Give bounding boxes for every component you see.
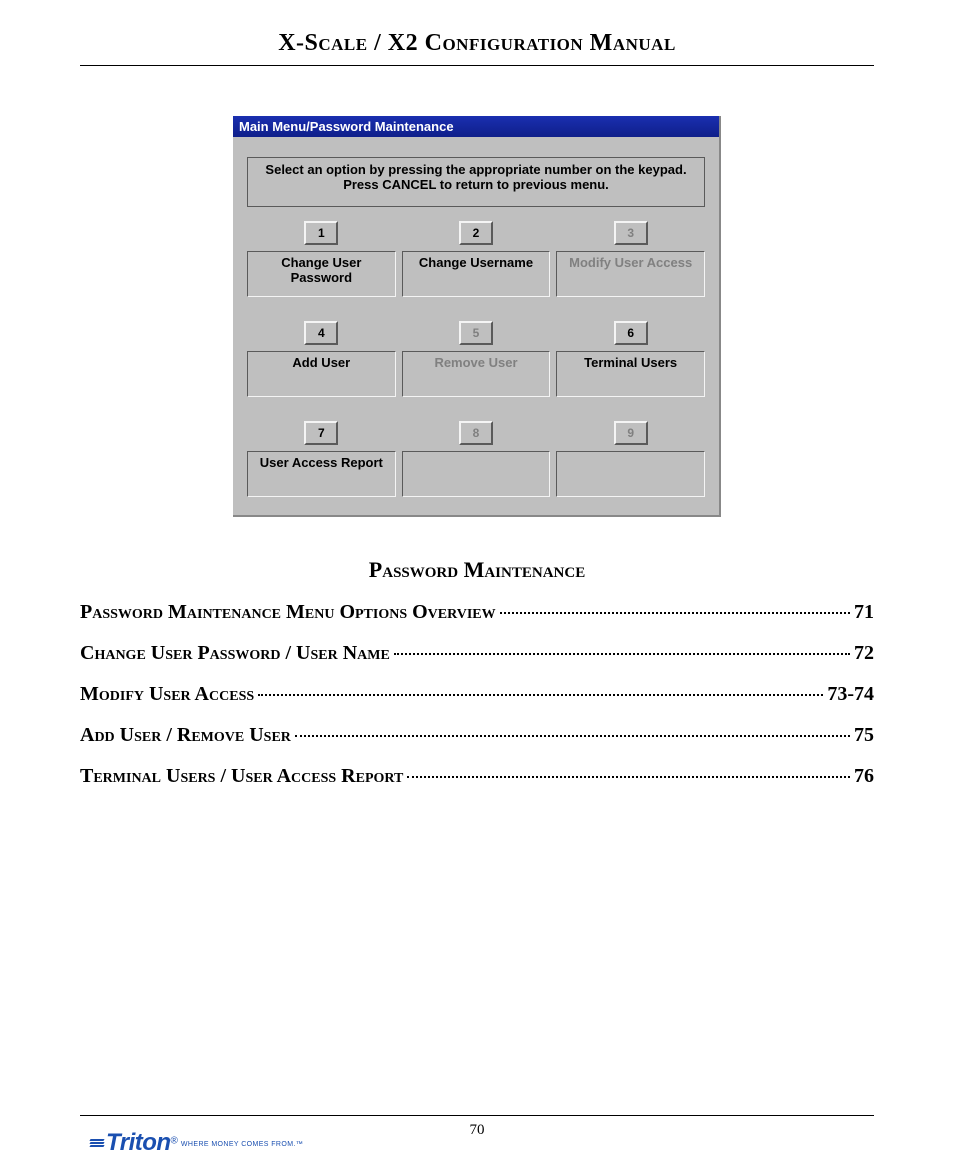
instruction-line-1: Select an option by pressing the appropr… (254, 162, 698, 177)
section-heading: Password Maintenance (80, 557, 874, 583)
toc-row: Change User Password / User Name 72 (80, 642, 874, 665)
toc-leader (258, 694, 823, 696)
option-3: 3 Modify User Access (556, 221, 705, 297)
toc-page: 75 (854, 724, 874, 747)
page-footer: 70 Triton®WHERE MONEY COMES FROM.™ (80, 1115, 874, 1139)
option-1: 1 Change User Password (247, 221, 396, 297)
toc-row: Add User / Remove User 75 (80, 724, 874, 747)
toc-row: Modify User Access 73-74 (80, 683, 874, 706)
option-label-4[interactable]: Add User (247, 351, 396, 397)
option-6: 6 Terminal Users (556, 321, 705, 397)
option-7: 7 User Access Report (247, 421, 396, 497)
brand-registered: ® (171, 1136, 178, 1147)
page-header-title: X-Scale / X2 Configuration Manual (80, 30, 874, 65)
option-4: 4 Add User (247, 321, 396, 397)
option-label-1[interactable]: Change User Password (247, 251, 396, 297)
toc-leader (500, 612, 850, 614)
option-label-7[interactable]: User Access Report (247, 451, 396, 497)
option-key-2[interactable]: 2 (459, 221, 493, 245)
option-key-1[interactable]: 1 (304, 221, 338, 245)
toc-label: Modify User Access (80, 683, 254, 706)
brand-stripes-icon (90, 1139, 104, 1148)
toc-row: Terminal Users / User Access Report 76 (80, 765, 874, 788)
option-key-4[interactable]: 4 (304, 321, 338, 345)
option-key-9: 9 (614, 421, 648, 445)
toc-leader (295, 735, 850, 737)
window-titlebar: Main Menu/Password Maintenance (233, 116, 719, 137)
toc-page: 76 (854, 765, 874, 788)
toc-page: 71 (854, 601, 874, 624)
option-key-8: 8 (459, 421, 493, 445)
brand-tagline: WHERE MONEY COMES FROM.™ (181, 1141, 303, 1148)
instruction-line-2: Press CANCEL to return to previous menu. (254, 177, 698, 192)
option-key-3: 3 (614, 221, 648, 245)
toc-page: 72 (854, 642, 874, 665)
toc-page: 73-74 (827, 683, 874, 706)
instruction-box: Select an option by pressing the appropr… (247, 157, 705, 207)
option-key-6[interactable]: 6 (614, 321, 648, 345)
password-maintenance-screenshot: Main Menu/Password Maintenance Select an… (233, 116, 721, 517)
toc-label: Terminal Users / User Access Report (80, 765, 403, 788)
option-label-5: Remove User (402, 351, 551, 397)
option-label-3: Modify User Access (556, 251, 705, 297)
toc-leader (394, 653, 850, 655)
toc-label: Change User Password / User Name (80, 642, 390, 665)
brand-logo-block: Triton®WHERE MONEY COMES FROM.™ (90, 1129, 303, 1157)
toc-row: Password Maintenance Menu Options Overvi… (80, 601, 874, 624)
brand-name: Triton (106, 1129, 171, 1156)
options-grid: 1 Change User Password 2 Change Username 3 Mo… (247, 221, 705, 497)
option-8: 8 (402, 421, 551, 497)
header-rule (80, 65, 874, 66)
option-9: 9 (556, 421, 705, 497)
option-key-7[interactable]: 7 (304, 421, 338, 445)
option-key-5: 5 (459, 321, 493, 345)
option-label-8 (402, 451, 551, 497)
toc-label: Password Maintenance Menu Options Overvi… (80, 601, 496, 624)
option-5: 5 Remove User (402, 321, 551, 397)
option-label-6[interactable]: Terminal Users (556, 351, 705, 397)
option-label-9 (556, 451, 705, 497)
option-2: 2 Change Username (402, 221, 551, 297)
window-body: Select an option by pressing the appropr… (233, 137, 719, 515)
option-label-2[interactable]: Change Username (402, 251, 551, 297)
toc-leader (407, 776, 850, 778)
toc-label: Add User / Remove User (80, 724, 291, 747)
footer-rule (80, 1115, 874, 1116)
table-of-contents: Password Maintenance Menu Options Overvi… (80, 601, 874, 788)
